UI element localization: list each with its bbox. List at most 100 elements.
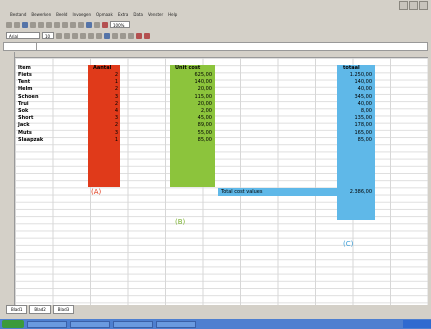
- start-button[interactable]: [2, 320, 24, 328]
- item-header: Item: [18, 65, 31, 71]
- cut-icon[interactable]: [46, 21, 52, 28]
- total-header: totaal: [343, 65, 360, 71]
- total-cell: 140,00: [354, 79, 373, 85]
- borders-icon[interactable]: [128, 32, 134, 39]
- fill-color-icon[interactable]: [136, 32, 142, 39]
- name-box[interactable]: [4, 43, 37, 50]
- standard-toolbar: 100%: [0, 19, 431, 30]
- unit-cost-cell: 89,00: [197, 122, 212, 128]
- sheet-tab[interactable]: Blad2: [29, 305, 51, 314]
- total-cell: 85,00: [357, 137, 372, 143]
- redo-icon[interactable]: [78, 21, 84, 28]
- qty-cell: 2: [114, 72, 118, 78]
- align-center-icon[interactable]: [88, 32, 94, 39]
- menu-item[interactable]: Invoegen: [72, 12, 91, 17]
- item-cell: Fiets: [18, 72, 32, 78]
- minimize-icon[interactable]: [399, 1, 408, 10]
- qty-cell: 2: [114, 122, 118, 128]
- qty-cell: 2: [114, 86, 118, 92]
- item-cell: Short: [18, 115, 34, 121]
- total-cell: 1.250,00: [349, 72, 372, 78]
- taskbar-item[interactable]: [156, 320, 196, 328]
- italic-icon[interactable]: [64, 32, 70, 39]
- unit-cost-cell: 45,00: [197, 115, 212, 121]
- total-cell: 165,00: [354, 130, 373, 136]
- unit-cost-cell: 140,00: [194, 79, 213, 85]
- row-headers: [3, 52, 15, 305]
- spreadsheet-grid[interactable]: Item Aantal Unit cost totaal Fiets 2 625…: [3, 52, 428, 305]
- zoom-select[interactable]: 100%: [110, 21, 130, 28]
- open-icon[interactable]: [14, 21, 20, 28]
- print-icon[interactable]: [30, 21, 36, 28]
- align-left-icon[interactable]: [80, 32, 86, 39]
- currency-icon[interactable]: [112, 32, 118, 39]
- unit-cost-cell: 85,00: [197, 137, 212, 143]
- menu-item[interactable]: Data: [133, 12, 143, 17]
- total-cell: 135,00: [354, 115, 373, 121]
- menu-item[interactable]: Bestand: [10, 12, 26, 17]
- menu-bar: Bestand Bewerken Beeld Invoegen Opmaak E…: [0, 10, 431, 19]
- save-icon[interactable]: [22, 21, 28, 28]
- sort-icon[interactable]: [94, 21, 100, 28]
- item-cell: Schoen: [18, 94, 39, 100]
- font-size-select[interactable]: 10: [42, 32, 54, 39]
- sum-icon[interactable]: [86, 21, 92, 28]
- unit-cost-cell: 20,00: [197, 101, 212, 107]
- qty-cell: 3: [114, 130, 118, 136]
- font-select[interactable]: Arial: [6, 32, 40, 39]
- formula-bar[interactable]: [3, 42, 428, 51]
- chart-icon[interactable]: [102, 21, 108, 28]
- qty-cell: 1: [114, 79, 118, 85]
- merge-icon[interactable]: [104, 32, 110, 39]
- new-icon[interactable]: [6, 21, 12, 28]
- format-toolbar: Arial 10: [0, 30, 431, 41]
- taskbar-item[interactable]: [70, 320, 110, 328]
- taskbar-item[interactable]: [113, 320, 153, 328]
- menu-item[interactable]: Help: [168, 12, 177, 17]
- total-cost-label: Total cost values: [221, 189, 263, 195]
- bold-icon[interactable]: [56, 32, 62, 39]
- item-cell: Slaapzak: [18, 137, 44, 143]
- close-icon[interactable]: [419, 1, 428, 10]
- sheet-tabs-bar: Blad1 Blad2 Blad3: [3, 305, 428, 314]
- menu-item[interactable]: Beeld: [56, 12, 67, 17]
- sheet-tab[interactable]: Blad1: [6, 305, 28, 314]
- percent-icon[interactable]: [120, 32, 126, 39]
- paste-icon[interactable]: [62, 21, 68, 28]
- copy-icon[interactable]: [54, 21, 60, 28]
- preview-icon[interactable]: [38, 21, 44, 28]
- menu-item[interactable]: Extra: [118, 12, 129, 17]
- align-right-icon[interactable]: [96, 32, 102, 39]
- total-cost-value: 2.386,00: [349, 189, 372, 195]
- annotation-b: (B): [175, 218, 186, 226]
- unit-cost-cell: 20,00: [197, 86, 212, 92]
- unit-cost-cell: 625,00: [194, 72, 213, 78]
- item-cell: Muts: [18, 130, 32, 136]
- menu-item[interactable]: Bewerken: [31, 12, 51, 17]
- qty-cell: 3: [114, 115, 118, 121]
- item-cell: Trui: [18, 101, 29, 107]
- font-color-icon[interactable]: [144, 32, 150, 39]
- underline-icon[interactable]: [72, 32, 78, 39]
- undo-icon[interactable]: [70, 21, 76, 28]
- maximize-icon[interactable]: [409, 1, 418, 10]
- title-bar: [0, 0, 431, 10]
- qty-cell: 4: [114, 108, 118, 114]
- unit-cost-cell: 115,00: [194, 94, 213, 100]
- qty-header: Aantal: [93, 65, 112, 71]
- taskbar-item[interactable]: [27, 320, 67, 328]
- unit-cost-cell: 2,00: [200, 108, 212, 114]
- taskbar: [0, 319, 431, 329]
- total-cell: 40,00: [357, 101, 372, 107]
- qty-cell: 2: [114, 101, 118, 107]
- menu-item[interactable]: Opmaak: [96, 12, 113, 17]
- sheet-tab[interactable]: Blad3: [52, 305, 75, 314]
- item-cell: Sok: [18, 108, 29, 114]
- column-headers: [3, 52, 428, 58]
- menu-item[interactable]: Venster: [148, 12, 163, 17]
- total-cell: 40,00: [357, 86, 372, 92]
- item-cell: Helm: [18, 86, 33, 92]
- qty-cell: 1: [114, 137, 118, 143]
- unit-cost-cell: 55,00: [197, 130, 212, 136]
- total-cell: 345,00: [354, 94, 373, 100]
